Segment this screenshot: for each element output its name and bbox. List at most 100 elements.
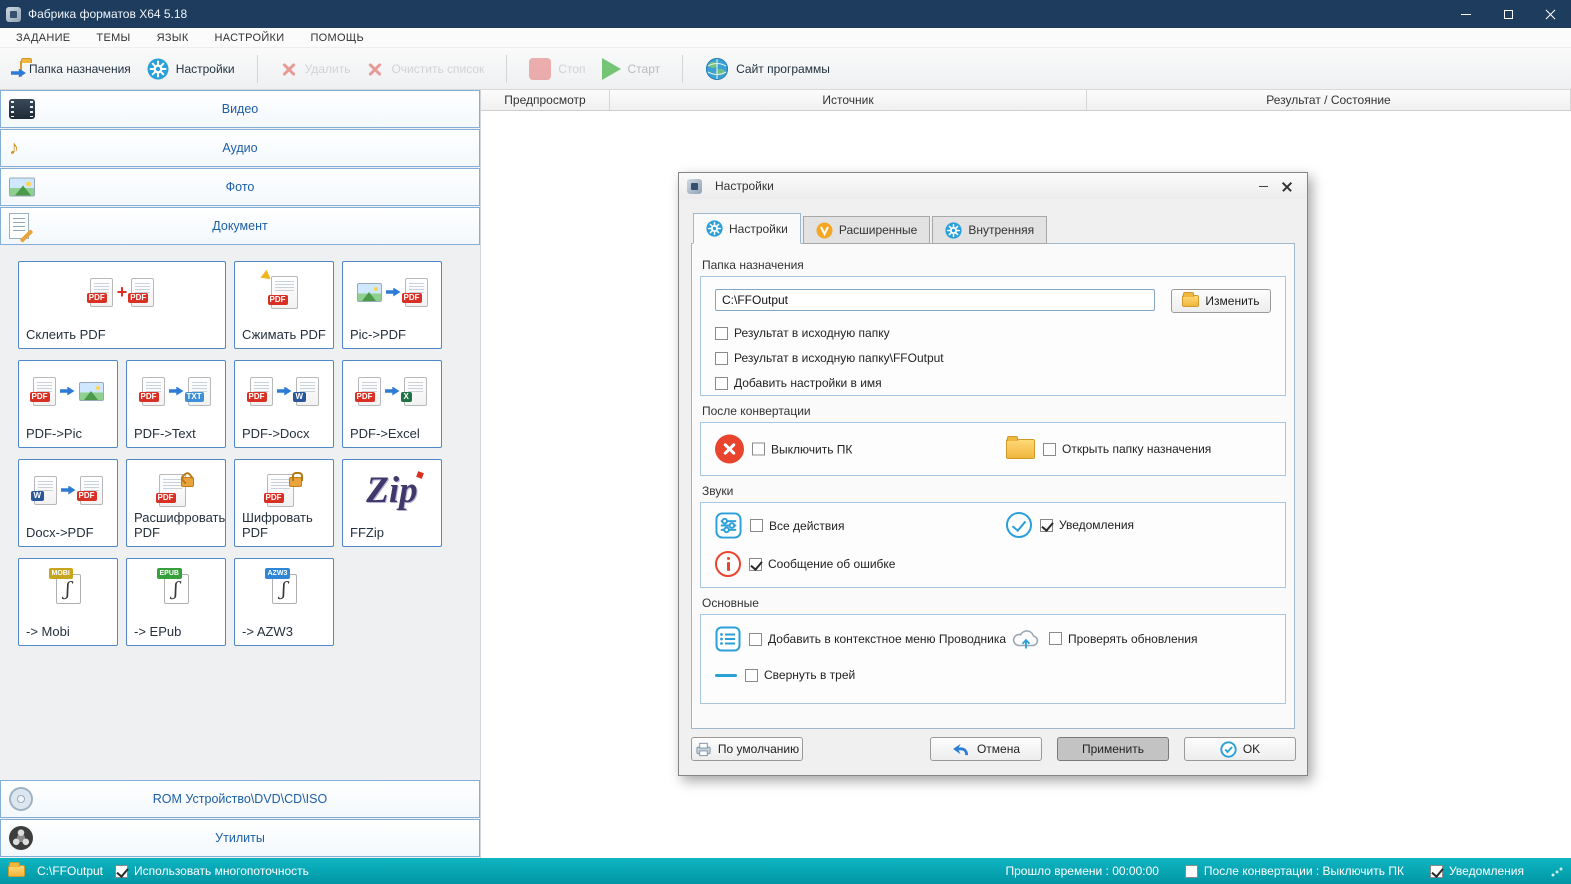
sidebar-item-document[interactable]: Документ — [0, 207, 480, 245]
titlebar[interactable]: Фабрика форматов X64 5.18 — [0, 0, 1571, 28]
checkbox-box — [1049, 632, 1062, 645]
checkbox-check-updates[interactable]: Проверять обновления — [1049, 632, 1197, 646]
checkbox-box — [115, 865, 128, 878]
menu-settings[interactable]: НАСТРОЙКИ — [215, 32, 285, 44]
ok-button[interactable]: OK — [1184, 737, 1296, 761]
checkbox-box — [1185, 865, 1198, 878]
column-result[interactable]: Результат / Состояние — [1087, 90, 1571, 110]
tool-to-epub[interactable]: -> EPub — [126, 558, 226, 646]
checkbox-box — [749, 558, 762, 571]
context-menu-icon — [715, 626, 741, 652]
checkbox-box — [1430, 865, 1443, 878]
sidebar-item-rom-device[interactable]: ROM Устройство\DVD\CD\ISO — [0, 780, 480, 818]
shutdown-icon — [715, 435, 744, 464]
music-note-icon — [9, 138, 19, 158]
cloud-update-icon — [1011, 626, 1041, 651]
epub-icon — [132, 564, 220, 614]
change-folder-button[interactable]: Изменить — [1171, 289, 1271, 313]
destination-path-input[interactable] — [715, 289, 1155, 311]
checkbox-minimize-to-tray[interactable]: Свернуть в трей — [745, 668, 855, 682]
tool-ffzip[interactable]: FFZip — [342, 459, 442, 547]
tool-compress-pdf[interactable]: Сжимать PDF — [234, 261, 334, 349]
toolbar-settings-button[interactable]: Настройки — [139, 54, 243, 84]
sidebar-item-video[interactable]: Видео — [0, 90, 480, 128]
tool-docx-to-pdf[interactable]: Docx->PDF — [18, 459, 118, 547]
tool-pdf-to-excel[interactable]: PDF->Excel — [342, 360, 442, 448]
globe-icon — [705, 57, 729, 81]
checkbox-output-to-source[interactable]: Результат в исходную папку — [715, 326, 890, 340]
tray-icon — [715, 674, 737, 677]
ok-check-icon — [1220, 741, 1237, 758]
checkbox-box — [1040, 519, 1053, 532]
docx-to-pdf-icon — [24, 465, 112, 515]
info-circle-icon — [715, 551, 741, 577]
checkbox-multithreading[interactable]: Использовать многопоточность — [115, 864, 309, 878]
reel-icon — [9, 826, 33, 850]
column-preview[interactable]: Предпросмотр — [481, 90, 610, 110]
photo-icon — [9, 178, 35, 197]
tool-pdf-to-docx[interactable]: PDF->Docx — [234, 360, 334, 448]
close-button[interactable] — [1529, 0, 1571, 28]
cancel-button[interactable]: Отмена — [930, 737, 1042, 761]
checkbox-output-to-source-ffoutput[interactable]: Результат в исходную папку\FFOutput — [715, 351, 944, 365]
app-icon — [6, 7, 21, 22]
delete-icon — [280, 60, 298, 78]
tab-internal[interactable]: Внутренняя — [932, 216, 1047, 244]
gear-icon — [147, 58, 169, 80]
settings-dialog: Настройки Настройки Расширенные Внутренн… — [678, 172, 1308, 776]
tool-pdf-to-text[interactable]: PDF->Text — [126, 360, 226, 448]
sidebar-item-audio[interactable]: Аудио — [0, 129, 480, 167]
checkbox-box — [749, 633, 762, 646]
checkbox-shutdown-pc[interactable]: Выключить ПК — [752, 442, 852, 456]
checkbox-box — [715, 327, 728, 340]
stop-icon — [529, 58, 551, 80]
column-source[interactable]: Источник — [610, 90, 1087, 110]
pdf-to-text-icon — [132, 366, 220, 416]
dialog-title: Настройки — [715, 179, 774, 193]
checkbox-append-settings-to-name[interactable]: Добавить настройки в имя — [715, 376, 882, 390]
sidebar: Видео Аудио Фото Документ Склеить PDF — [0, 90, 481, 858]
tool-encrypt-pdf[interactable]: Шифровать PDF — [234, 459, 334, 547]
checkbox-notifications[interactable]: Уведомления — [1040, 518, 1134, 532]
tool-to-mobi[interactable]: -> Mobi — [18, 558, 118, 646]
checkbox-statusbar-notifications[interactable]: Уведомления — [1430, 864, 1524, 878]
dialog-minimize-button[interactable] — [1251, 177, 1275, 195]
dialog-titlebar[interactable]: Настройки — [679, 173, 1307, 199]
maximize-button[interactable] — [1487, 0, 1529, 28]
toolbar-destination-folder-button[interactable]: Папка назначения — [12, 58, 139, 80]
minimize-button[interactable] — [1445, 0, 1487, 28]
checkbox-explorer-context-menu[interactable]: Добавить в контекстное меню Проводника — [749, 632, 1006, 646]
toolbar-separator — [506, 55, 507, 83]
encrypt-pdf-icon — [240, 465, 328, 515]
menu-task[interactable]: ЗАДАНИЕ — [16, 32, 70, 44]
sidebar-item-utilities[interactable]: Утилиты — [0, 819, 480, 857]
dialog-close-button[interactable] — [1275, 177, 1299, 195]
tool-pic-to-pdf[interactable]: Pic->PDF — [342, 261, 442, 349]
apply-button[interactable]: Применить — [1057, 737, 1169, 761]
statusbar-path[interactable]: C:\FFOutput — [37, 864, 103, 878]
tab-settings[interactable]: Настройки — [693, 213, 801, 244]
tray-group: Свернуть в трей — [715, 668, 855, 682]
checkbox-shutdown-after-conversion[interactable]: После конвертации : Выключить ПК — [1185, 864, 1404, 878]
toolbar-website-button[interactable]: Сайт программы — [697, 53, 838, 85]
menu-language[interactable]: ЯЗЫК — [157, 32, 189, 44]
menu-themes[interactable]: ТЕМЫ — [96, 32, 130, 44]
check-circle-icon — [1006, 512, 1032, 538]
default-button[interactable]: По умолчанию — [691, 737, 803, 761]
toolbar-separator — [682, 55, 683, 83]
checkbox-all-actions[interactable]: Все действия — [750, 519, 844, 533]
checkbox-box — [750, 519, 763, 532]
sidebar-item-photo[interactable]: Фото — [0, 168, 480, 206]
tool-merge-pdf[interactable]: Склеить PDF — [18, 261, 226, 349]
advanced-icon — [816, 222, 833, 239]
tool-to-azw3[interactable]: -> AZW3 — [234, 558, 334, 646]
folder-icon — [8, 865, 25, 877]
window-controls — [1445, 0, 1571, 28]
checkbox-error-message[interactable]: Сообщение об ошибке — [749, 557, 895, 571]
toolbar-start-button[interactable]: Старт — [594, 54, 669, 84]
tool-pdf-to-pic[interactable]: PDF->Pic — [18, 360, 118, 448]
checkbox-open-destination-folder[interactable]: Открыть папку назначения — [1043, 442, 1211, 456]
menu-help[interactable]: ПОМОЩЬ — [310, 32, 364, 44]
tab-advanced[interactable]: Расширенные — [803, 216, 931, 244]
tool-decrypt-pdf[interactable]: Расшифровать PDF — [126, 459, 226, 547]
